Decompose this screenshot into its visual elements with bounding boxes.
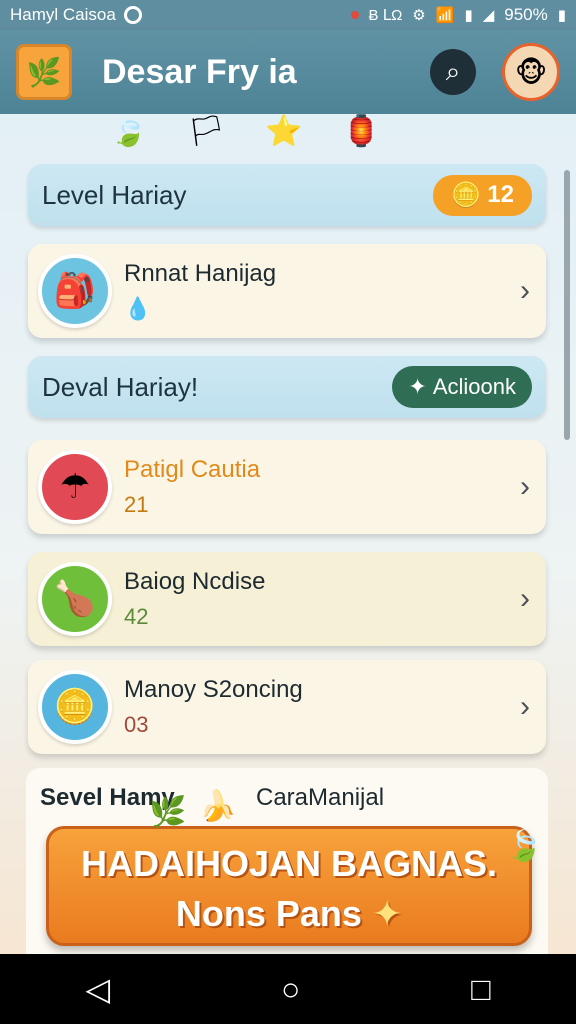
- leaf-icon: 🍃: [109, 115, 148, 148]
- section-header-level: Level Hariay 🪙 12: [28, 164, 546, 226]
- leaf-icon: 🍃: [505, 830, 543, 863]
- decorative-banner: 🍃 🏳 ⭐ 🏮: [90, 114, 400, 162]
- battery-icon: ▮: [557, 7, 566, 24]
- battery-text: 950%: [504, 5, 548, 24]
- card-title: Patigl Cautia: [124, 456, 261, 483]
- scrollbar[interactable]: [564, 170, 570, 440]
- app-title: Desar Fry ia: [102, 52, 297, 91]
- recents-icon[interactable]: □: [471, 971, 490, 1008]
- card-sub: 💧: [124, 296, 152, 321]
- chevron-right-icon: ›: [520, 470, 530, 503]
- chevron-right-icon: ›: [520, 690, 530, 723]
- notification-icon: [123, 6, 142, 24]
- drumstick-icon: 🍗: [38, 562, 112, 636]
- list-item[interactable]: 🎒 Rnnat Hanijag 💧 ›: [28, 244, 546, 338]
- list-item[interactable]: 🍗 Baiog Ncdise 42 ›: [28, 552, 546, 646]
- coin-count: 12: [487, 181, 514, 208]
- signal-icon: ▮: [464, 7, 473, 24]
- backpack-icon: 🎒: [38, 254, 112, 328]
- section-title: Deval Hariay!: [42, 371, 199, 402]
- search-icon[interactable]: ⌕: [430, 49, 476, 95]
- promo-subtitle-text: Nons Pans: [175, 893, 362, 934]
- chevron-right-icon: ›: [520, 582, 530, 615]
- card-sub: 03: [124, 712, 149, 737]
- bottom-sub: CaraManijal: [256, 784, 385, 811]
- coin-pet-icon: 🪙: [38, 670, 112, 744]
- card-sub: 21: [124, 492, 149, 517]
- recording-dot-icon: [350, 11, 359, 19]
- action-label: Aclioonk: [432, 374, 516, 399]
- avatar-icon[interactable]: 🐵: [502, 43, 560, 101]
- signal-bars-icon: ◢: [482, 7, 495, 24]
- list-item[interactable]: ☂ Patigl Cautia 21 ›: [28, 440, 546, 534]
- card-title: Baiog Ncdise: [124, 568, 266, 595]
- card-title: Rnnat Hanijag: [124, 260, 277, 287]
- leaf-icon: 🌿: [149, 796, 187, 829]
- star-icon: ⭐: [265, 115, 303, 148]
- banana-icon: 🍌: [199, 790, 237, 823]
- coin-icon: 🪙: [451, 181, 482, 209]
- wifi-icon: 📶: [435, 7, 455, 24]
- app-bar: 🌿 Desar Fry ia ⌕ 🐵: [0, 30, 576, 114]
- status-bar: Hamyl Caisoa Ƀ ⅬΩ ⚙ 📶 ▮ ◢ 950% ▮: [0, 0, 576, 30]
- promo-title: HADAIHOJAN BAGNAS.: [80, 843, 498, 884]
- card-title: Manoy S2oncing: [124, 676, 303, 703]
- list-item[interactable]: 🪙 Manoy S2oncing 03 ›: [28, 660, 546, 754]
- settings-icon: ⚙: [412, 7, 426, 24]
- home-icon[interactable]: ○: [281, 971, 300, 1008]
- app-logo-icon[interactable]: 🌿: [16, 44, 72, 100]
- lantern-icon: 🏮: [342, 115, 380, 148]
- back-icon[interactable]: ◁: [85, 970, 110, 1008]
- umbrella-icon: ☂: [38, 450, 112, 524]
- section-title: Level Hariay: [42, 179, 187, 210]
- promo-banner-button[interactable]: 🌿 🍌 🍃 HADAIHOJAN BAGNAS. Nons Pans ✦: [46, 790, 543, 946]
- section-header-deval: Deval Hariay! ✦ Aclioonk: [28, 356, 546, 418]
- coin-badge[interactable]: 🪙 12: [433, 174, 532, 216]
- card-sub: 42: [124, 604, 149, 629]
- status-icons-text: Ƀ ⅬΩ: [368, 7, 403, 24]
- action-badge[interactable]: ✦ Aclioonk: [392, 366, 532, 408]
- main-content[interactable]: 🍃 🏳 ⭐ 🏮 Level Hariay 🪙 12 🎒 Rnnat Hanija…: [0, 114, 576, 954]
- chevron-right-icon: ›: [520, 274, 530, 307]
- sparkle-icon: ✦: [371, 893, 403, 934]
- navigation-bar: ◁ ○ □: [0, 954, 576, 1024]
- carrier-text: Hamyl Caisoa: [10, 5, 116, 24]
- flag-icon: 🏳: [187, 115, 226, 148]
- promo-subtitle: Nons Pans ✦: [49, 893, 529, 935]
- sparkle-icon: ✦: [408, 374, 427, 399]
